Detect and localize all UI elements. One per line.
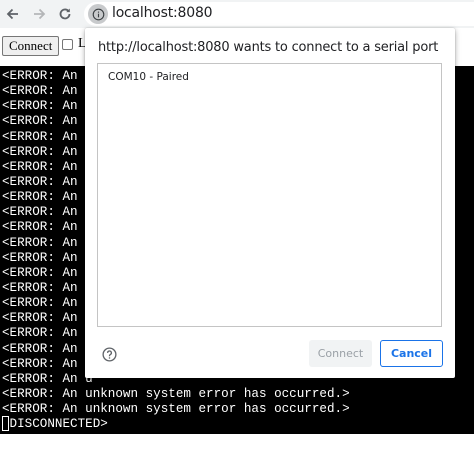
serial-port-dialog: http://localhost:8080 wants to connect t… <box>85 28 455 378</box>
reload-icon <box>59 8 71 20</box>
page-connect-button[interactable]: Connect <box>2 36 60 56</box>
arrow-left-icon <box>6 8 18 20</box>
terminal-line: <ERROR: An unknown system error has occu… <box>2 386 350 401</box>
terminal-line: <ERROR: An unknown system error has occu… <box>2 402 350 417</box>
site-info-button[interactable] <box>88 4 108 24</box>
dialog-connect-button[interactable]: Connect <box>309 340 372 367</box>
port-item[interactable]: COM10 - Paired <box>108 71 189 83</box>
reload-button[interactable] <box>55 4 75 24</box>
arrow-right-icon <box>34 8 46 20</box>
option-checkbox[interactable] <box>62 39 73 50</box>
dialog-title: http://localhost:8080 wants to connect t… <box>98 40 439 55</box>
terminal-line: <DISCONNECTED> <box>2 417 108 432</box>
port-list[interactable]: COM10 - Paired <box>97 63 442 327</box>
url-text[interactable]: localhost:8080 <box>112 5 213 21</box>
browser-toolbar: localhost:8080 <box>0 0 474 28</box>
help-icon[interactable] <box>102 347 117 362</box>
back-button[interactable] <box>3 4 23 24</box>
terminal-cursor <box>2 416 9 431</box>
dialog-cancel-button[interactable]: Cancel <box>380 340 443 367</box>
forward-button[interactable] <box>29 4 49 24</box>
info-icon <box>92 8 104 20</box>
